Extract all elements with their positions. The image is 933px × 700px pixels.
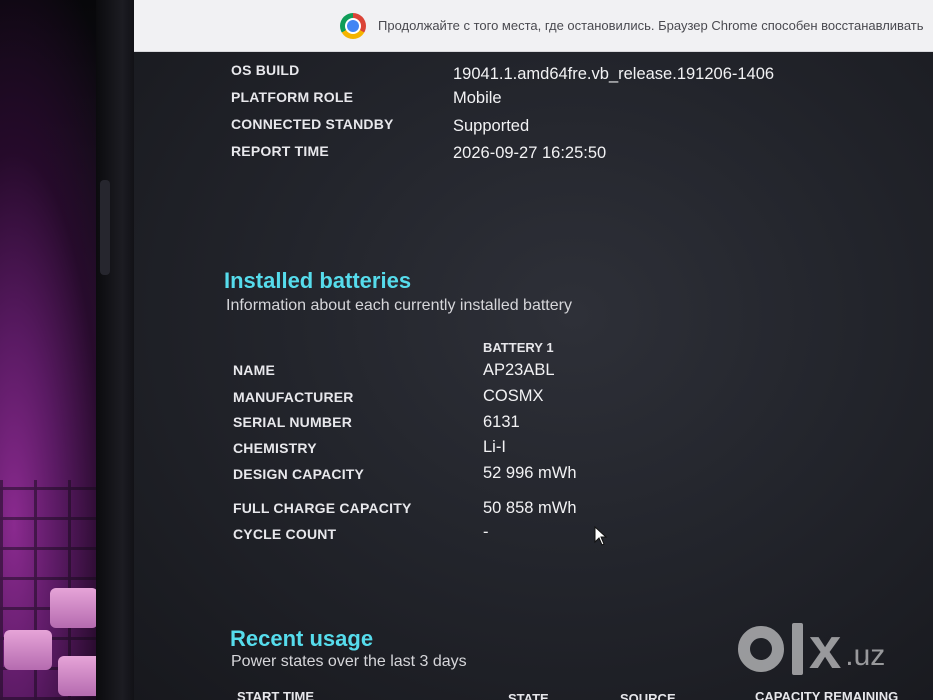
- battery-name-label: NAME: [233, 362, 276, 378]
- connected-standby-value: Supported: [453, 117, 530, 135]
- laptop-screen: Продолжайте с того места, где остановили…: [134, 0, 933, 700]
- olx-watermark: x .uz: [738, 620, 885, 678]
- report-time-value: 2026-09-27 16:25:50: [453, 144, 607, 162]
- source-column-header: SOURCE: [620, 691, 676, 700]
- capacity-remaining-column-header: CAPACITY REMAINING: [755, 689, 899, 700]
- keyboard-key: [50, 588, 98, 628]
- olx-logo-l: [792, 623, 803, 675]
- report-time-label: REPORT TIME: [231, 143, 329, 159]
- olx-logo-o: [738, 626, 784, 672]
- state-column-header: STATE: [508, 691, 549, 700]
- os-build-value: 19041.1.amd64fre.vb_release.191206-1406: [453, 65, 775, 83]
- bezel-notch: [100, 180, 110, 275]
- recent-usage-heading: Recent usage: [230, 626, 374, 651]
- design-capacity-value: 52 996 mWh: [483, 464, 577, 482]
- recent-usage-subtitle: Power states over the last 3 days: [231, 653, 467, 670]
- full-charge-capacity-label: FULL CHARGE CAPACITY: [233, 500, 412, 516]
- battery-column-header: BATTERY 1: [483, 340, 554, 355]
- serial-number-label: SERIAL NUMBER: [233, 414, 353, 430]
- mouse-cursor-icon: [594, 526, 608, 546]
- connected-standby-label: CONNECTED STANDBY: [231, 116, 394, 132]
- chrome-icon: [340, 12, 366, 39]
- notification-text: Продолжайте с того места, где остановили…: [378, 18, 924, 33]
- platform-role-label: PLATFORM ROLE: [231, 89, 354, 105]
- olx-logo-suffix: .uz: [845, 639, 886, 672]
- keyboard-key: [4, 630, 52, 670]
- installed-batteries-subtitle: Information about each currently install…: [226, 297, 572, 314]
- chemistry-value: Li-I: [483, 438, 506, 456]
- os-build-label: OS BUILD: [231, 62, 300, 78]
- serial-number-value: 6131: [483, 413, 520, 431]
- start-time-column-header: START TIME: [237, 689, 315, 700]
- battery-name-value: AP23ABL: [483, 361, 555, 379]
- chrome-restore-notification[interactable]: Продолжайте с того места, где остановили…: [134, 0, 933, 52]
- manufacturer-label: MANUFACTURER: [233, 389, 354, 405]
- full-charge-capacity-value: 50 858 mWh: [483, 499, 577, 517]
- installed-batteries-heading: Installed batteries: [224, 268, 412, 293]
- cycle-count-value: -: [483, 523, 489, 541]
- platform-role-value: Mobile: [453, 89, 502, 107]
- chemistry-label: CHEMISTRY: [233, 440, 317, 456]
- design-capacity-label: DESIGN CAPACITY: [233, 466, 365, 482]
- olx-logo-x: x: [809, 616, 842, 681]
- manufacturer-value: COSMX: [483, 387, 544, 405]
- cycle-count-label: CYCLE COUNT: [233, 526, 337, 542]
